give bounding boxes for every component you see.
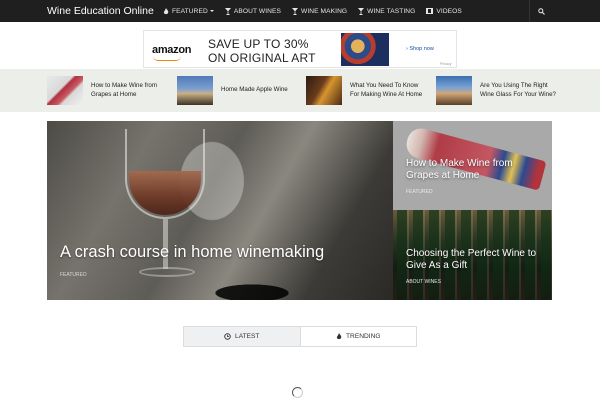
top-navbar: Wine Education Online FEATURED ABOUT WIN… xyxy=(0,0,600,22)
nav-item-about-wines[interactable]: ABOUT WINES xyxy=(224,7,281,15)
hero-side-2-title[interactable]: Choosing the Perfect Wine to Give As a G… xyxy=(406,248,546,272)
nav-item-videos-label: VIDEOS xyxy=(436,7,462,15)
strip-item-title: Are You Using The Right Wine Glass For Y… xyxy=(480,82,556,98)
glass-foot-image xyxy=(139,267,195,277)
flame-icon xyxy=(163,7,169,14)
wine-glass-icon xyxy=(358,7,365,15)
hero-main-post[interactable]: A crash course in home winemaking FEATUR… xyxy=(47,121,393,300)
ad-privacy-link[interactable]: Privacy xyxy=(440,62,451,66)
strip-item[interactable]: What You Need To Know For Making Wine At… xyxy=(306,75,428,106)
hero-side-1-title[interactable]: How to Make Wine from Grapes at Home xyxy=(406,158,546,182)
hero-main-title[interactable]: A crash course in home winemaking xyxy=(60,243,324,262)
search-icon xyxy=(538,7,545,15)
clock-icon xyxy=(224,333,231,340)
amazon-smile-icon xyxy=(153,56,181,61)
tab-trending[interactable]: TRENDING xyxy=(301,327,417,346)
ad-headline-2: ON ORIGINAL ART xyxy=(208,51,316,65)
nav-item-wine-tasting[interactable]: WINE TASTING xyxy=(358,7,416,15)
flame-icon xyxy=(336,333,342,340)
amazon-logo: amazon xyxy=(152,44,192,56)
hero-side-1-category[interactable]: FEATURED xyxy=(406,189,433,195)
nav-item-about-wines-label: ABOUT WINES xyxy=(233,7,281,15)
ad-headline-1: SAVE UP TO 30% xyxy=(208,37,309,51)
hero-side-post-2[interactable]: Choosing the Perfect Wine to Give As a G… xyxy=(393,210,552,300)
tab-trending-label: TRENDING xyxy=(346,333,381,340)
nav-item-videos[interactable]: VIDEOS xyxy=(426,8,462,15)
chevron-down-icon xyxy=(209,10,214,12)
nav-item-wine-making-label: WINE MAKING xyxy=(301,7,348,15)
post-thumbnail xyxy=(306,76,342,105)
post-tabs: LATEST TRENDING xyxy=(183,326,417,347)
ad-shop-now-link[interactable]: › Shop now xyxy=(406,46,434,52)
post-thumbnail xyxy=(436,76,472,105)
hero-side-post-1[interactable]: How to Make Wine from Grapes at Home FEA… xyxy=(393,121,552,210)
search-button[interactable] xyxy=(529,0,553,22)
tab-latest[interactable]: LATEST xyxy=(184,327,301,346)
wine-glass-icon xyxy=(292,7,298,15)
strip-item[interactable]: How to Make Wine from Grapes at Home xyxy=(47,75,169,106)
strip-item[interactable]: Home Made Apple Wine xyxy=(177,75,299,106)
ad-banner[interactable]: amazon SAVE UP TO 30% ON ORIGINAL ART › … xyxy=(143,30,457,68)
nav-item-wine-making[interactable]: WINE MAKING xyxy=(292,7,348,15)
strip-item-title: Home Made Apple Wine xyxy=(221,86,288,94)
site-brand[interactable]: Wine Education Online xyxy=(47,5,163,17)
nav-item-featured-label: FEATURED xyxy=(172,7,208,15)
film-icon xyxy=(426,8,434,14)
featured-strip: How to Make Wine from Grapes at Home Hom… xyxy=(0,69,600,112)
post-thumbnail xyxy=(177,76,213,105)
strip-item-title: How to Make Wine from Grapes at Home xyxy=(91,82,158,98)
nav-item-featured[interactable]: FEATURED xyxy=(163,7,214,15)
post-thumbnail xyxy=(47,76,83,105)
hero-side-2-category[interactable]: ABOUT WINES xyxy=(406,279,441,285)
strip-item-title: What You Need To Know For Making Wine At… xyxy=(350,82,423,98)
hero-main-category[interactable]: FEATURED xyxy=(60,272,87,278)
loading-spinner-icon xyxy=(292,387,303,398)
ad-art-image xyxy=(341,33,389,66)
wine-glass-icon xyxy=(224,7,231,15)
tab-latest-label: LATEST xyxy=(235,333,260,340)
strip-item[interactable]: Are You Using The Right Wine Glass For Y… xyxy=(436,75,560,106)
nav-item-wine-tasting-label: WINE TASTING xyxy=(367,7,416,15)
